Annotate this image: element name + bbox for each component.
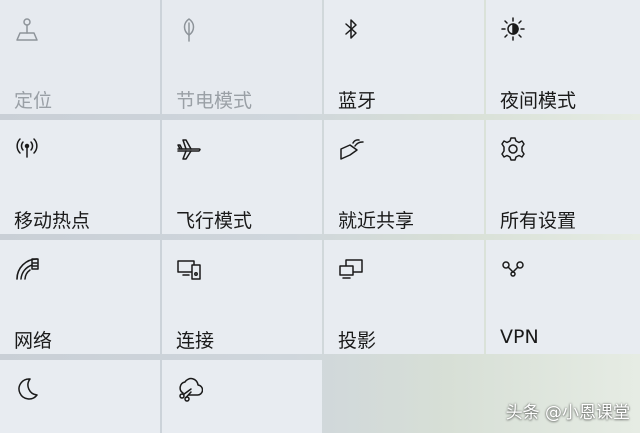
tile-label: 移动热点 (14, 210, 91, 232)
tile-airplane-mode[interactable]: 飞行模式 (162, 120, 322, 234)
nearby-share-icon (336, 134, 366, 164)
tile-label: 节电模式 (176, 90, 253, 112)
tile-label: 定位 (14, 90, 53, 112)
tile-vpn[interactable]: VPN (486, 240, 640, 354)
location-icon (12, 14, 42, 44)
brightness-icon (498, 14, 528, 44)
tile-label: VPN (500, 326, 539, 348)
tile-label: 蓝牙 (338, 90, 377, 112)
gear-icon (498, 134, 528, 164)
tile-label: 就近共享 (338, 210, 415, 232)
tile-label: 连接 (176, 330, 215, 352)
vpn-icon (498, 254, 528, 284)
project-icon (336, 254, 366, 284)
airplane-icon (174, 134, 204, 164)
tile-screen-snip[interactable] (162, 360, 322, 433)
tile-bluetooth[interactable]: 蓝牙 (324, 0, 484, 114)
moon-icon (12, 374, 42, 404)
network-icon (12, 254, 42, 284)
tile-label: 夜间模式 (500, 90, 577, 112)
tile-label: 飞行模式 (176, 210, 253, 232)
tile-label: 网络 (14, 330, 53, 352)
action-center-quick-actions: 定位 节电模式 蓝牙 夜间模式 移动热点 飞行模式 就近共享 所有设置 网络 连… (0, 0, 640, 433)
tile-label: 所有设置 (500, 210, 577, 232)
hotspot-icon (12, 134, 42, 164)
watermark: 头条 @小恩课堂 (505, 403, 630, 423)
tile-connect[interactable]: 连接 (162, 240, 322, 354)
tile-all-settings[interactable]: 所有设置 (486, 120, 640, 234)
tile-label: 投影 (338, 330, 377, 352)
tile-project[interactable]: 投影 (324, 240, 484, 354)
snip-icon (174, 374, 204, 404)
tile-mobile-hotspot[interactable]: 移动热点 (0, 120, 160, 234)
tile-nearby-sharing[interactable]: 就近共享 (324, 120, 484, 234)
tile-battery-saver[interactable]: 节电模式 (162, 0, 322, 114)
bluetooth-icon (336, 14, 366, 44)
tile-location[interactable]: 定位 (0, 0, 160, 114)
leaf-icon (174, 14, 204, 44)
connect-icon (174, 254, 204, 284)
tile-focus-assist[interactable] (0, 360, 160, 433)
tile-network[interactable]: 网络 (0, 240, 160, 354)
tile-night-light[interactable]: 夜间模式 (486, 0, 640, 114)
